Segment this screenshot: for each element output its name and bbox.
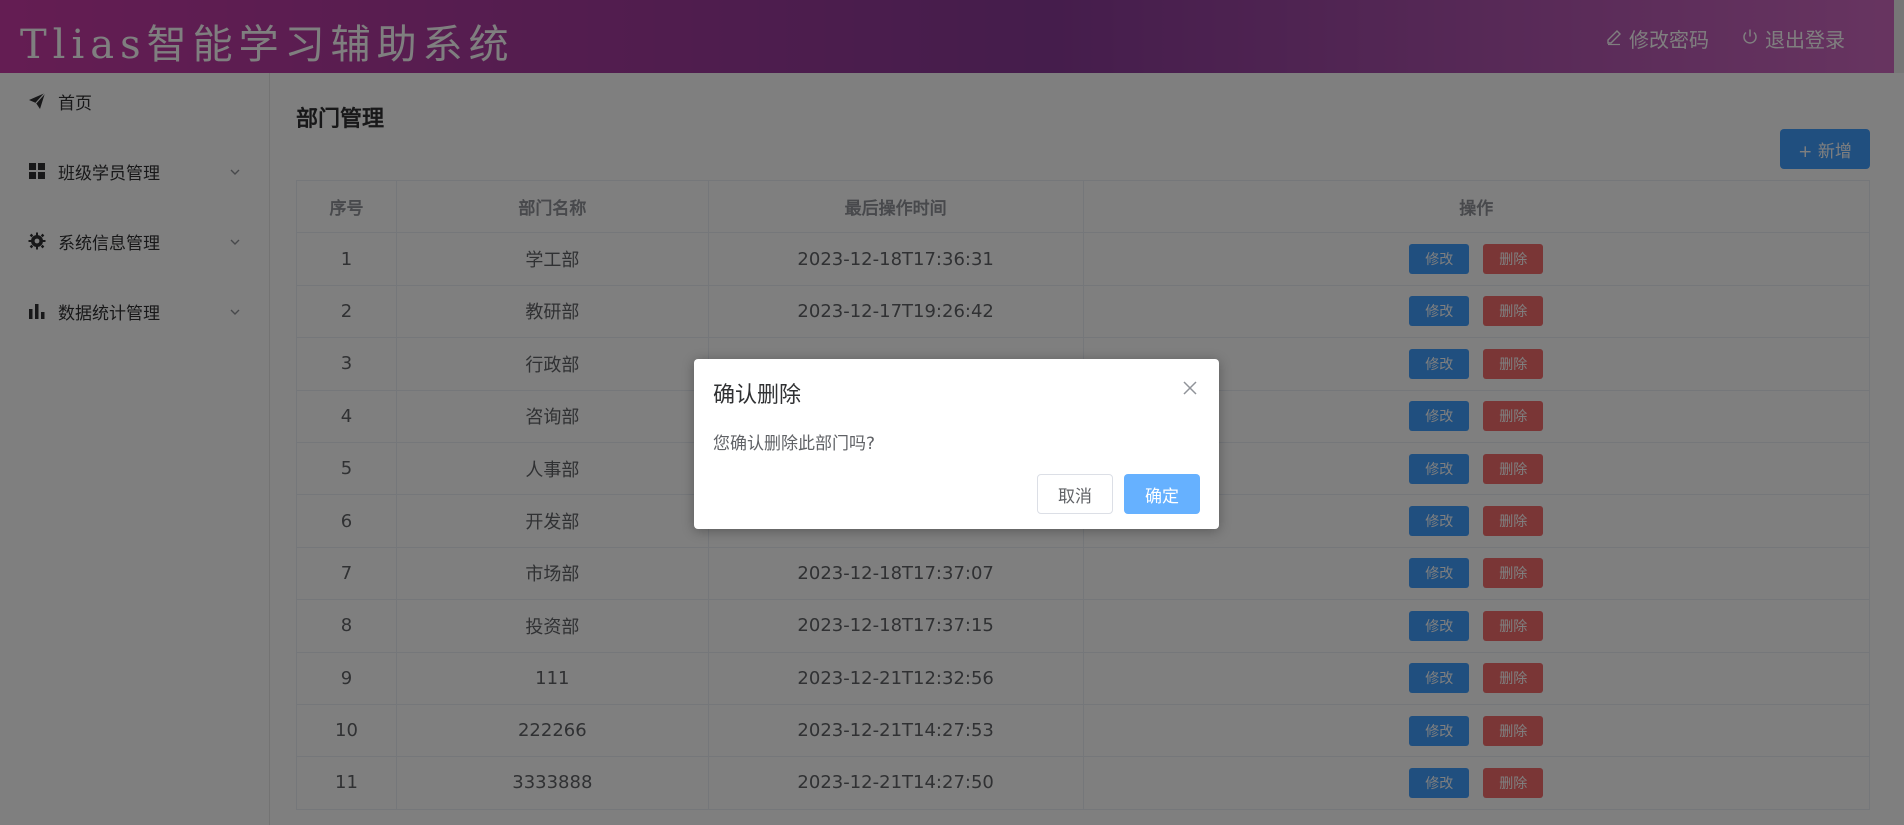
close-icon[interactable]: [1181, 379, 1199, 397]
confirm-delete-dialog: 确认删除 您确认删除此部门吗? 取消 确定: [694, 359, 1219, 529]
cancel-button[interactable]: 取消: [1037, 474, 1113, 514]
confirm-button[interactable]: 确定: [1124, 474, 1200, 514]
dialog-title: 确认删除: [713, 383, 802, 408]
dialog-message: 您确认删除此部门吗?: [713, 434, 876, 454]
